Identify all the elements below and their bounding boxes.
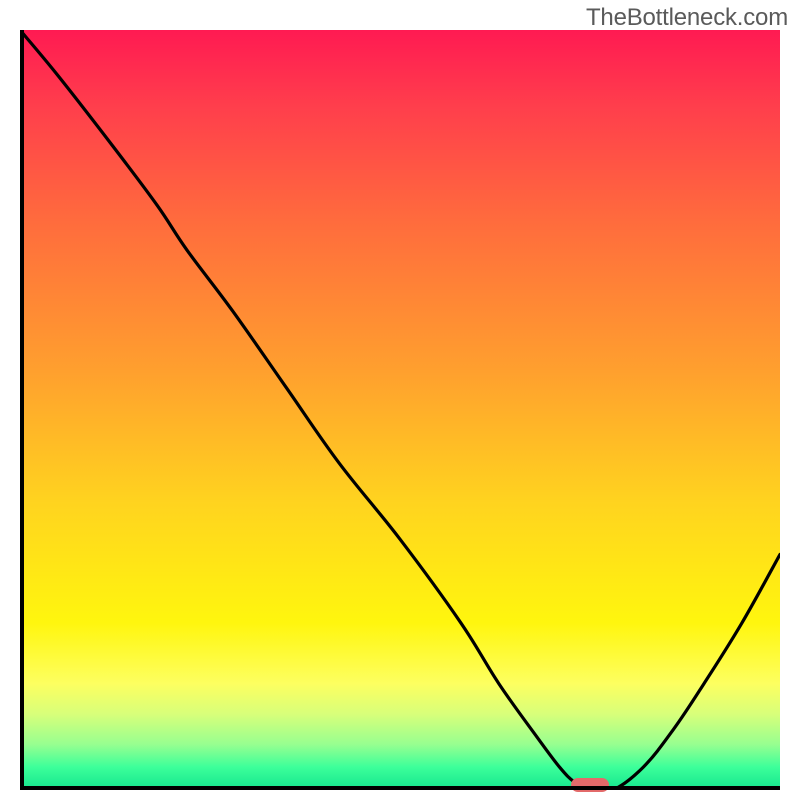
x-axis-line — [20, 786, 780, 790]
chart-area — [20, 30, 780, 790]
y-axis-line — [20, 30, 24, 790]
watermark-text: TheBottleneck.com — [586, 4, 788, 32]
bottleneck-curve — [20, 30, 780, 790]
